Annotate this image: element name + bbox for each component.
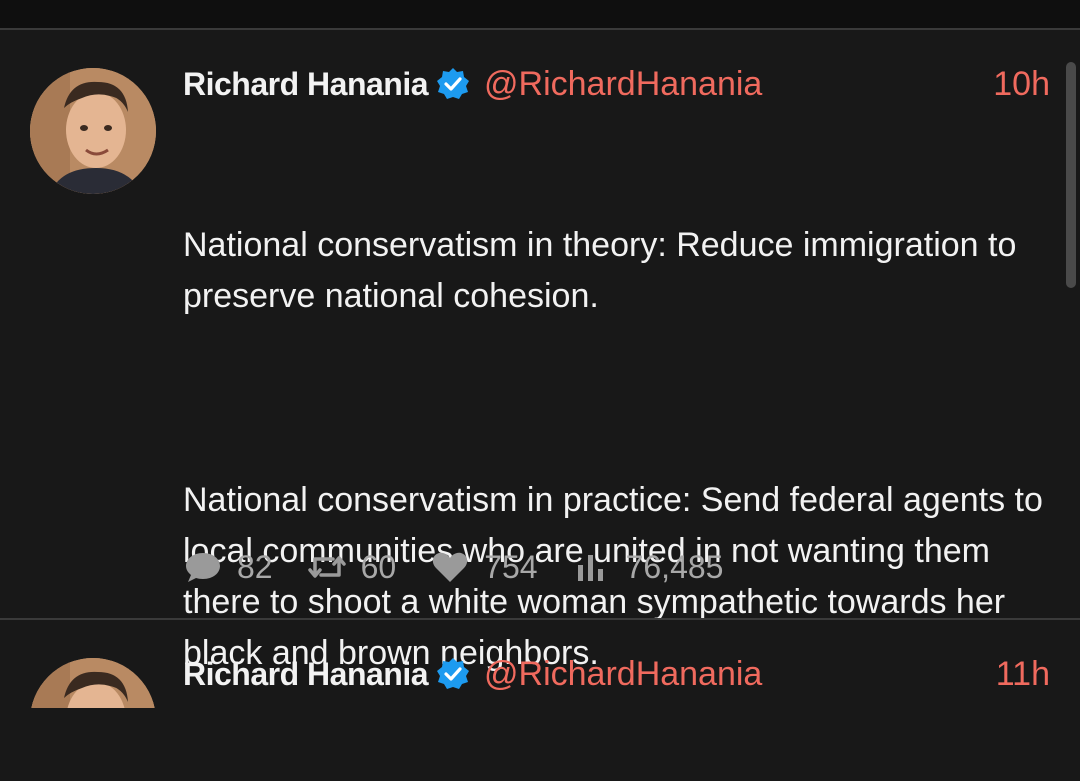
tweet-header: Richard Hanania @RichardHanania 10h (183, 60, 1050, 108)
scrollbar[interactable] (1066, 62, 1076, 288)
verified-badge-icon (436, 67, 470, 101)
avatar-photo (30, 68, 156, 194)
top-strip (0, 0, 1080, 28)
author-handle[interactable]: @RichardHanania (484, 65, 762, 104)
views-button[interactable]: 76,485 (572, 548, 724, 586)
bar-chart-icon (572, 549, 612, 585)
avatar[interactable] (30, 68, 156, 194)
speech-bubble-icon (183, 549, 223, 585)
tweet-timestamp[interactable]: 10h (993, 65, 1050, 104)
tweet-actions: 82 60 754 76,485 (183, 545, 757, 589)
retweet-icon (307, 549, 347, 585)
avatar-photo (30, 658, 156, 708)
tweet-timestamp[interactable]: 11h (996, 655, 1050, 694)
avatar[interactable] (30, 658, 156, 708)
like-button[interactable]: 754 (430, 548, 538, 586)
retweet-button[interactable]: 60 (307, 548, 397, 586)
views-count: 76,485 (625, 548, 724, 585)
tweet-header: Richard Hanania @RichardHanania 11h (183, 650, 1050, 698)
heart-icon (430, 549, 470, 585)
reply-count: 82 (237, 548, 273, 585)
author-name[interactable]: Richard Hanania (183, 66, 429, 103)
reply-button[interactable]: 82 (183, 549, 273, 586)
retweet-count: 60 (360, 548, 397, 585)
like-count: 754 (484, 548, 538, 585)
tweet-paragraph: National conservatism in theory: Reduce … (183, 226, 1026, 315)
tweet[interactable]: Richard Hanania @RichardHanania 10h Nati… (0, 30, 1080, 672)
author-handle[interactable]: @RichardHanania (484, 655, 762, 694)
author-name[interactable]: Richard Hanania (183, 656, 429, 693)
verified-badge-icon (436, 657, 470, 691)
tweet[interactable]: Richard Hanania @RichardHanania 11h (0, 620, 1080, 708)
